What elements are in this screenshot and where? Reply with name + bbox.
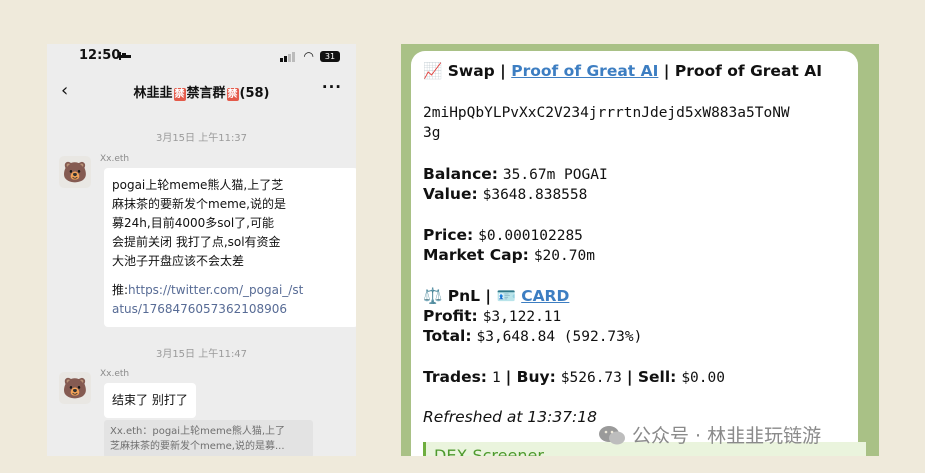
wifi-icon: ◠ xyxy=(303,49,314,63)
sender-name: Xx.eth xyxy=(100,154,130,164)
price-row: Price: $0.000102285 xyxy=(423,226,583,244)
status-time: 12:50 xyxy=(79,48,121,63)
token-address: 3g xyxy=(423,125,441,141)
wechat-icon xyxy=(599,426,625,445)
chat-header: ‹ 林韭韭禁禁言群禁 (58) ··· xyxy=(47,74,356,108)
id-card-icon: 🪪 xyxy=(496,287,516,305)
pnl-row: ⚖️ PnL | 🪪 CARD xyxy=(423,287,570,305)
market-cap-row: Market Cap: $20.70m xyxy=(423,246,595,264)
card-link[interactable]: CARD xyxy=(521,287,569,305)
signal-icon xyxy=(280,52,295,62)
trades-row: Trades: 1 | Buy: $526.73 | Sell: $0.00 xyxy=(423,368,725,386)
message-bubble[interactable]: pogai上轮meme熊人猫,上了芝 麻抹茶的要新发个meme,说的是 募24h… xyxy=(104,168,356,327)
ban-badge: 禁 xyxy=(173,88,186,101)
telegram-screenshot: 📈 Swap | Proof of Great AI | Proof of Gr… xyxy=(401,44,879,456)
message-bubble[interactable]: 结束了 别打了 xyxy=(104,383,196,418)
value-row: Value: $3648.838558 xyxy=(423,185,588,203)
refreshed-time: Refreshed at 13:37:18 xyxy=(423,408,597,426)
chat-title: 林韭韭禁禁言群禁 (58) xyxy=(133,86,270,101)
token-address: 2miHpQbYLPvXxC2V234jrrrtnJdejd5xW883a5To… xyxy=(423,105,790,121)
avatar[interactable]: 🐻 xyxy=(59,372,91,404)
timestamp: 3月15日 上午11:37 xyxy=(155,133,248,144)
chart-up-icon: 📈 xyxy=(423,62,443,80)
tweet-link[interactable]: atus/1768476057362108906 xyxy=(112,300,350,319)
quoted-message[interactable]: Xx.eth：pogai上轮meme熊人猫,上了 芝麻抹茶的要新发个meme,说… xyxy=(104,420,313,456)
balance-row: Balance: 35.67m POGAI xyxy=(423,165,608,183)
timestamp: 3月15日 上午11:47 xyxy=(155,349,248,360)
profit-row: Profit: $3,122.11 xyxy=(423,307,562,325)
battery-icon: 31 xyxy=(320,51,340,62)
dex-screener-label: DEX Screener xyxy=(434,446,544,456)
wechat-screenshot: 12:50 ◠ 31 ‹ 林韭韭禁禁言群禁 (58) ··· 3月15日 上午11… xyxy=(47,44,356,456)
status-bar: 12:50 ◠ 31 xyxy=(47,44,356,70)
sender-name: Xx.eth xyxy=(100,369,130,379)
swap-link[interactable]: Proof of Great AI xyxy=(511,62,658,80)
avatar[interactable]: 🐻 xyxy=(59,156,91,188)
bot-message: 📈 Swap | Proof of Great AI | Proof of Gr… xyxy=(411,51,866,456)
ban-badge: 禁 xyxy=(226,88,239,101)
swap-line: 📈 Swap | Proof of Great AI | Proof of Gr… xyxy=(423,62,822,80)
scale-icon: ⚖️ xyxy=(423,287,443,305)
tweet-link[interactable]: https://twitter.com/_pogai_/st xyxy=(128,283,303,297)
more-button[interactable]: ··· xyxy=(322,78,342,96)
sleep-icon xyxy=(119,52,131,60)
wechat-watermark: 公众号 · 林韭韭玩链游 xyxy=(598,421,821,448)
total-row: Total: $3,648.84 (592.73%) xyxy=(423,327,643,345)
